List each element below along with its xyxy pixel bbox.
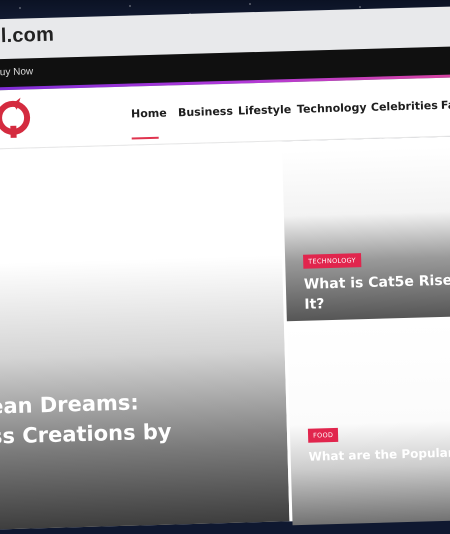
logo-icon[interactable] — [0, 95, 36, 140]
buy-now-link[interactable]: uy Now — [0, 66, 33, 78]
browser-window: l.com uy Now Home Business Lifestyle Tec… — [0, 0, 450, 530]
article-card-technology[interactable]: TECHNOLOGY What is Cat5e Riser Cable It? — [282, 144, 450, 322]
nav-active-indicator — [131, 136, 159, 140]
main-content: ean Dreams: ss Creations by TECHNOLOGY W… — [0, 134, 450, 530]
article-card-food[interactable]: FOOD What are the Popular Food — [286, 318, 450, 526]
hero-title[interactable]: ean Dreams: ss Creations by — [0, 383, 290, 452]
nav-item-technology[interactable]: Technology — [297, 101, 367, 116]
article-card-title[interactable]: What are the Popular Food — [308, 443, 450, 467]
nav-item-celebrities[interactable]: Celebrities — [371, 99, 438, 114]
article-card-title[interactable]: What is Cat5e Riser Cable It? — [304, 269, 450, 316]
url-text[interactable]: l.com — [0, 24, 54, 48]
category-badge[interactable]: FOOD — [307, 427, 339, 443]
category-badge[interactable]: TECHNOLOGY — [303, 253, 362, 269]
nav-item-fashion[interactable]: Fas — [441, 98, 450, 112]
nav-item-lifestyle[interactable]: Lifestyle — [238, 103, 292, 117]
nav-item-home[interactable]: Home — [131, 107, 167, 121]
hero-article[interactable]: ean Dreams: ss Creations by — [0, 141, 290, 530]
nav-item-business[interactable]: Business — [178, 105, 233, 120]
